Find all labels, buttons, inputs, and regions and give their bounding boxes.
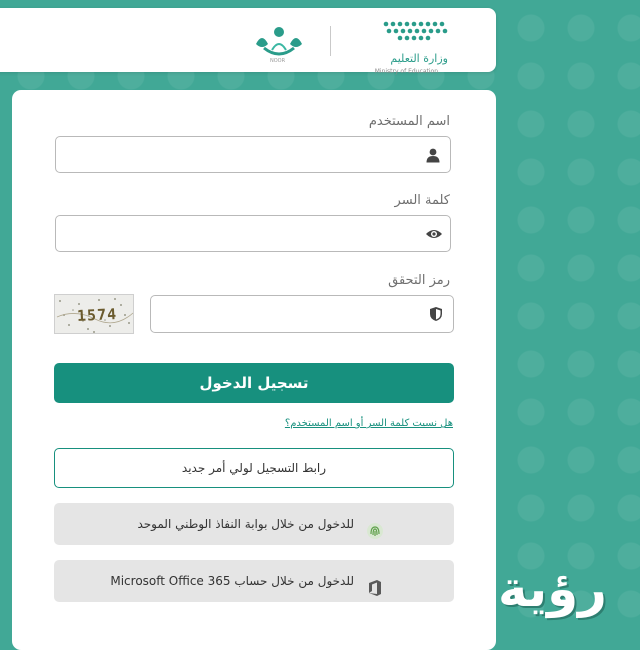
username-label: اسم المستخدم: [368, 114, 450, 129]
login-form: اسم المستخدم كلمة السر رمز التحقق 1574 ت…: [12, 90, 496, 650]
captcha-code: 1574: [76, 304, 118, 326]
office-login-button[interactable]: للدخول من خلال حساب Microsoft Office 365: [54, 560, 454, 602]
header-bar: NOOR وزارة التعليم Ministry of Education: [0, 8, 496, 75]
logo-divider: [330, 26, 331, 56]
password-label: كلمة السر: [394, 193, 450, 208]
eye-icon[interactable]: [425, 226, 442, 242]
noor-logo: NOOR: [252, 20, 306, 64]
captcha-image: 1574: [54, 294, 134, 334]
ministry-logo: وزارة التعليم Ministry of Education: [352, 18, 462, 75]
captcha-field[interactable]: [150, 295, 454, 333]
forgot-password-link[interactable]: هل نسيت كلمة السر أو اسم المستخدم؟: [285, 418, 453, 429]
noor-caption: NOOR: [270, 58, 286, 64]
login-button[interactable]: تسجيل الدخول: [54, 363, 454, 403]
guardian-register-button[interactable]: رابط التسجيل لولي أمر جديد: [54, 448, 454, 488]
nafath-login-button[interactable]: للدخول من خلال بوابة النفاذ الوطني الموح…: [54, 503, 454, 545]
user-icon: [425, 147, 441, 163]
office-login-label: للدخول من خلال حساب Microsoft Office 365: [110, 574, 354, 588]
fingerprint-icon: [366, 515, 384, 539]
ministry-name: وزارة التعليم: [390, 52, 448, 65]
watermark-logo: رؤية: [498, 560, 607, 618]
shield-icon: [428, 306, 444, 322]
password-field[interactable]: [55, 215, 451, 252]
office-icon: [366, 572, 384, 596]
username-field[interactable]: [55, 136, 451, 173]
ministry-subtitle: Ministry of Education: [374, 68, 438, 75]
captcha-label: رمز التحقق: [388, 273, 450, 288]
nafath-login-label: للدخول من خلال بوابة النفاذ الوطني الموح…: [137, 517, 354, 531]
